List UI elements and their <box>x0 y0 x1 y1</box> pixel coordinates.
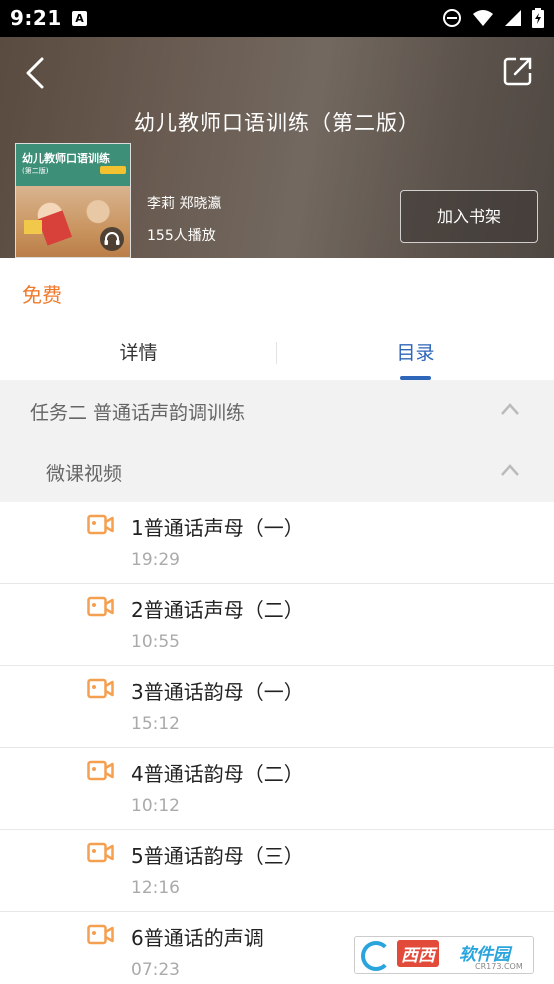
lesson-duration: 15:12 <box>131 714 180 734</box>
watermark-text: 西西 <box>397 940 439 967</box>
wifi-icon <box>473 10 493 26</box>
book-authors: 李莉 郑晓瀛 <box>147 196 222 212</box>
share-icon[interactable] <box>502 55 534 87</box>
status-icons <box>442 8 544 28</box>
lesson-title: 6普通话的声调 <box>131 926 264 950</box>
video-icon <box>87 924 114 945</box>
video-icon <box>87 760 114 781</box>
book-title: 幼儿教师口语训练（第二版） <box>134 111 420 135</box>
lesson-title: 2普通话声母（二） <box>131 598 304 622</box>
watermark-url: CR173.COM <box>475 962 523 971</box>
chevron-up-icon <box>501 403 519 415</box>
lesson-title: 5普通话韵母（三） <box>131 844 304 868</box>
signal-icon <box>505 10 521 26</box>
play-count: 155人播放 <box>147 228 216 244</box>
catalog-subsection[interactable]: 微课视频 <box>0 441 554 502</box>
section-title: 任务二 普通话声韵调训练 <box>30 402 246 424</box>
video-icon <box>87 842 114 863</box>
list-item[interactable]: 4普通话韵母（二） 10:12 <box>0 748 554 830</box>
tab-catalog[interactable]: 目录 <box>277 330 554 380</box>
list-item[interactable]: 3普通话韵母（一） 15:12 <box>0 666 554 748</box>
lesson-duration: 12:16 <box>131 878 180 898</box>
list-item[interactable]: 2普通话声母（二） 10:55 <box>0 584 554 666</box>
status-time: 9:21 <box>10 6 62 30</box>
lesson-duration: 07:23 <box>131 960 180 980</box>
notification-icon: A <box>72 11 87 26</box>
video-icon <box>87 514 114 535</box>
price-label: 免费 <box>22 283 62 307</box>
list-item[interactable]: 5普通话韵母（三） 12:16 <box>0 830 554 912</box>
video-icon <box>87 596 114 617</box>
subsection-title: 微课视频 <box>46 463 123 485</box>
lesson-duration: 10:12 <box>131 796 180 816</box>
lesson-title: 3普通话韵母（一） <box>131 680 304 704</box>
headphone-icon <box>100 227 124 251</box>
catalog-section[interactable]: 任务二 普通话声韵调训练 <box>0 380 554 441</box>
lesson-title: 4普通话韵母（二） <box>131 762 304 786</box>
watermark-c-icon <box>361 941 391 971</box>
dnd-icon <box>443 9 461 27</box>
cover-edition: (第二版) <box>22 167 49 175</box>
cover-title: 幼儿教师口语训练 <box>22 152 110 165</box>
tab-bar: 详情 目录 <box>0 330 554 380</box>
back-icon[interactable] <box>20 55 50 91</box>
lesson-duration: 10:55 <box>131 632 180 652</box>
lesson-list: 1普通话声母（一） 19:29 2普通话声母（二） 10:55 3普通话韵母（一… <box>0 502 554 984</box>
book-header: 幼儿教师口语训练（第二版） 幼儿教师口语训练 (第二版) 李莉 郑晓瀛 155人… <box>0 37 554 258</box>
chevron-up-icon <box>501 464 519 476</box>
status-bar: 9:21 A <box>0 0 554 37</box>
video-icon <box>87 678 114 699</box>
add-to-shelf-button[interactable]: 加入书架 <box>400 190 538 243</box>
watermark-logo: 西西 软件园 CR173.COM <box>354 936 534 974</box>
battery-icon <box>532 8 544 28</box>
list-item[interactable]: 1普通话声母（一） 19:29 <box>0 502 554 584</box>
tab-detail[interactable]: 详情 <box>0 330 277 380</box>
lesson-duration: 19:29 <box>131 550 180 570</box>
lesson-title: 1普通话声母（一） <box>131 516 304 540</box>
book-cover: 幼儿教师口语训练 (第二版) <box>15 143 131 258</box>
